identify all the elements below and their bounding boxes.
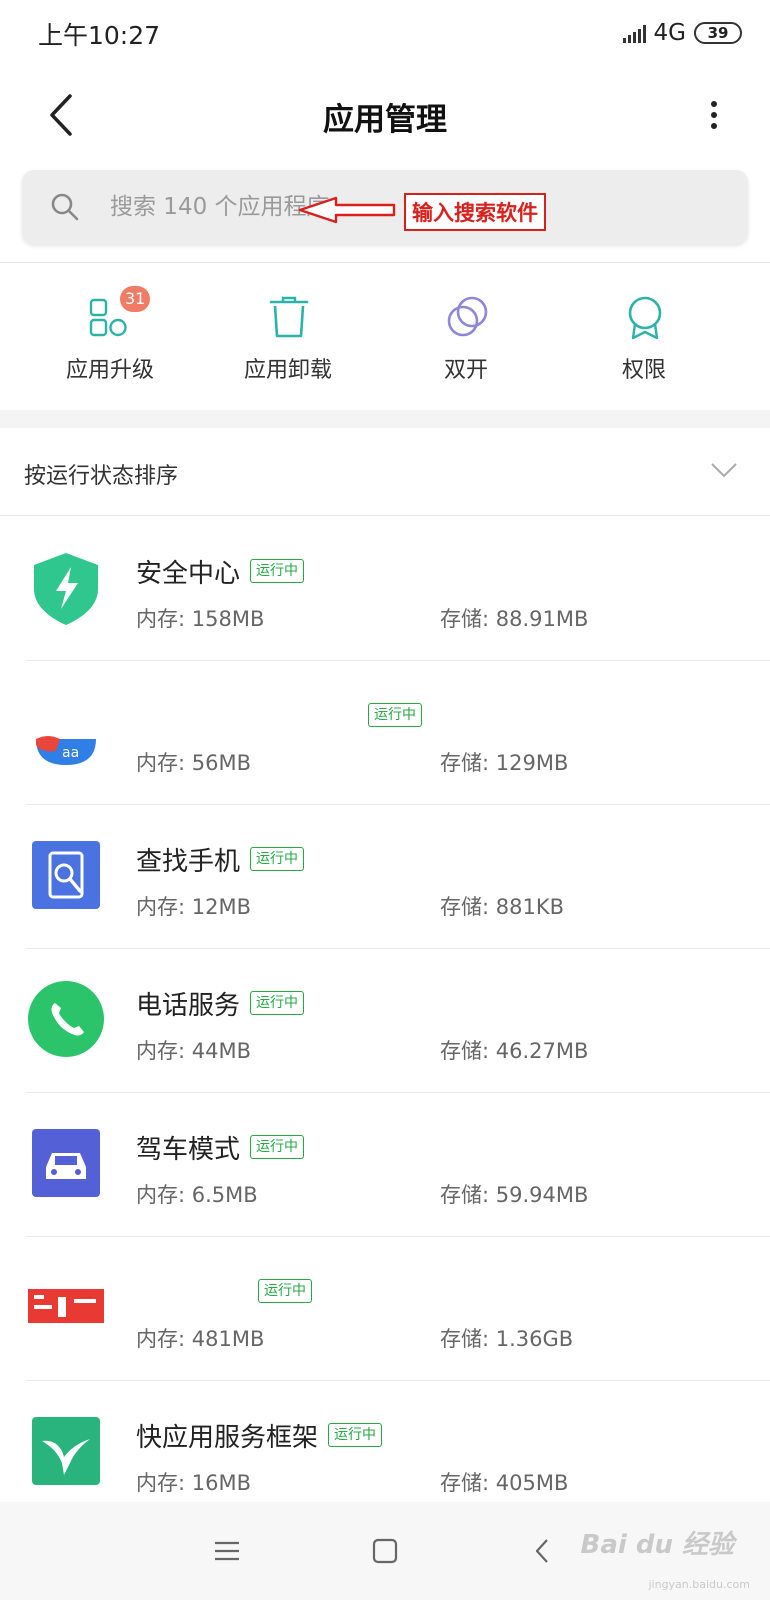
- app-name: 电话服务: [136, 990, 241, 1021]
- memory-usage: 内存: 158MB: [136, 607, 265, 631]
- status-badge: 运行中: [368, 703, 422, 727]
- list-item[interactable]: 安全中心 运行中 内存: 158MB 存储: 88.91MB: [0, 517, 770, 661]
- signal-icon: [622, 23, 646, 43]
- storage-usage: 存储: 405MB: [440, 1471, 569, 1495]
- phone-icon: [28, 981, 104, 1057]
- list-item[interactable]: 查找手机 运行中 内存: 12MB 存储: 881KB: [0, 805, 770, 949]
- quick-action-label: 应用升级: [65, 358, 154, 383]
- shield-bolt-icon: [34, 553, 98, 625]
- top-app-bar: 应用管理: [0, 76, 770, 156]
- status-badge: 运行中: [250, 847, 305, 871]
- status-icons: 4G 39: [622, 16, 742, 50]
- award-ribbon-icon: [628, 296, 662, 340]
- quick-action-label: 双开: [443, 358, 488, 383]
- svg-text:aa: aa: [62, 745, 79, 761]
- more-options-icon[interactable]: [704, 96, 724, 136]
- status-badge: 运行中: [328, 1423, 383, 1447]
- list-item[interactable]: aa 运行中 内存: 56MB 存储: 129MB: [0, 661, 770, 805]
- memory-usage: 内存: 56MB: [136, 751, 251, 775]
- quick-action-uninstall[interactable]: 应用卸载: [198, 280, 378, 390]
- memory-usage: 内存: 44MB: [136, 1039, 251, 1063]
- quick-actions: 31 应用升级 应用卸载 双开 权限: [0, 280, 770, 410]
- annotation-arrow-icon: [298, 196, 396, 224]
- menu-icon[interactable]: [212, 1536, 242, 1566]
- watermark-url: jingyan.baidu.com: [648, 1578, 750, 1591]
- storage-usage: 存储: 46.27MB: [440, 1039, 589, 1063]
- list-item[interactable]: 电话服务 运行中 内存: 44MB 存储: 46.27MB: [0, 949, 770, 1093]
- back-nav-icon[interactable]: [528, 1536, 558, 1566]
- home-icon[interactable]: [370, 1536, 400, 1566]
- blurred-app-icon: aa: [28, 729, 104, 769]
- find-phone-icon: [32, 841, 100, 909]
- status-bar: 上午10:27 4G 39: [0, 0, 770, 66]
- memory-usage: 内存: 12MB: [136, 895, 251, 919]
- watermark-logo: Bai du 经验: [580, 1530, 735, 1560]
- quick-action-label: 权限: [621, 358, 666, 383]
- car-icon: [32, 1129, 100, 1197]
- sort-label: 按运行状态排序: [24, 464, 179, 489]
- hummingbird-icon: [32, 1417, 100, 1485]
- storage-usage: 存储: 1.36GB: [440, 1327, 574, 1351]
- app-name: 查找手机: [136, 846, 241, 877]
- annotation-label: 输入搜索软件: [404, 193, 546, 231]
- memory-usage: 内存: 6.5MB: [136, 1183, 258, 1207]
- storage-usage: 存储: 129MB: [440, 751, 569, 775]
- app-name: 快应用服务框架: [136, 1422, 319, 1453]
- app-name-redacted: [136, 1276, 248, 1306]
- system-nav-bar: Bai du 经验 jingyan.baidu.com: [0, 1502, 770, 1600]
- storage-usage: 存储: 881KB: [440, 895, 565, 919]
- list-item[interactable]: 运行中 内存: 481MB 存储: 1.36GB: [0, 1237, 770, 1381]
- app-name-redacted: [136, 700, 358, 730]
- storage-usage: 存储: 88.91MB: [440, 607, 589, 631]
- status-badge: 运行中: [250, 991, 305, 1015]
- memory-usage: 内存: 481MB: [136, 1327, 265, 1351]
- quick-action-label: 应用卸载: [243, 358, 332, 383]
- sort-selector[interactable]: 按运行状态排序: [0, 428, 770, 516]
- status-badge: 运行中: [258, 1279, 312, 1303]
- section-separator: [0, 410, 770, 428]
- status-time: 上午10:27: [38, 21, 161, 50]
- quick-action-upgrade[interactable]: 31 应用升级: [20, 280, 200, 390]
- quick-action-dual-apps[interactable]: 双开: [376, 280, 556, 390]
- app-list: 安全中心 运行中 内存: 158MB 存储: 88.91MB aa 运行中 内存…: [0, 517, 770, 1525]
- app-name: 安全中心: [136, 558, 241, 589]
- status-badge: 运行中: [250, 1135, 305, 1159]
- memory-usage: 内存: 16MB: [136, 1471, 251, 1495]
- status-badge: 运行中: [250, 559, 305, 583]
- blurred-red-app-icon: [28, 1289, 104, 1323]
- upgrade-count-badge: 31: [120, 286, 151, 312]
- battery-icon: 39: [694, 22, 742, 44]
- storage-usage: 存储: 59.94MB: [440, 1183, 589, 1207]
- search-icon: [51, 193, 79, 221]
- page-title: 应用管理: [323, 102, 447, 138]
- quick-action-permissions[interactable]: 权限: [554, 280, 734, 390]
- list-item[interactable]: 驾车模式 运行中 内存: 6.5MB 存储: 59.94MB: [0, 1093, 770, 1237]
- dual-circles-icon: [447, 296, 488, 337]
- chevron-down-icon: [711, 463, 737, 478]
- divider: [0, 262, 770, 263]
- network-type: 4G: [653, 20, 686, 46]
- trash-icon: [269, 296, 309, 338]
- app-name: 驾车模式: [136, 1134, 241, 1165]
